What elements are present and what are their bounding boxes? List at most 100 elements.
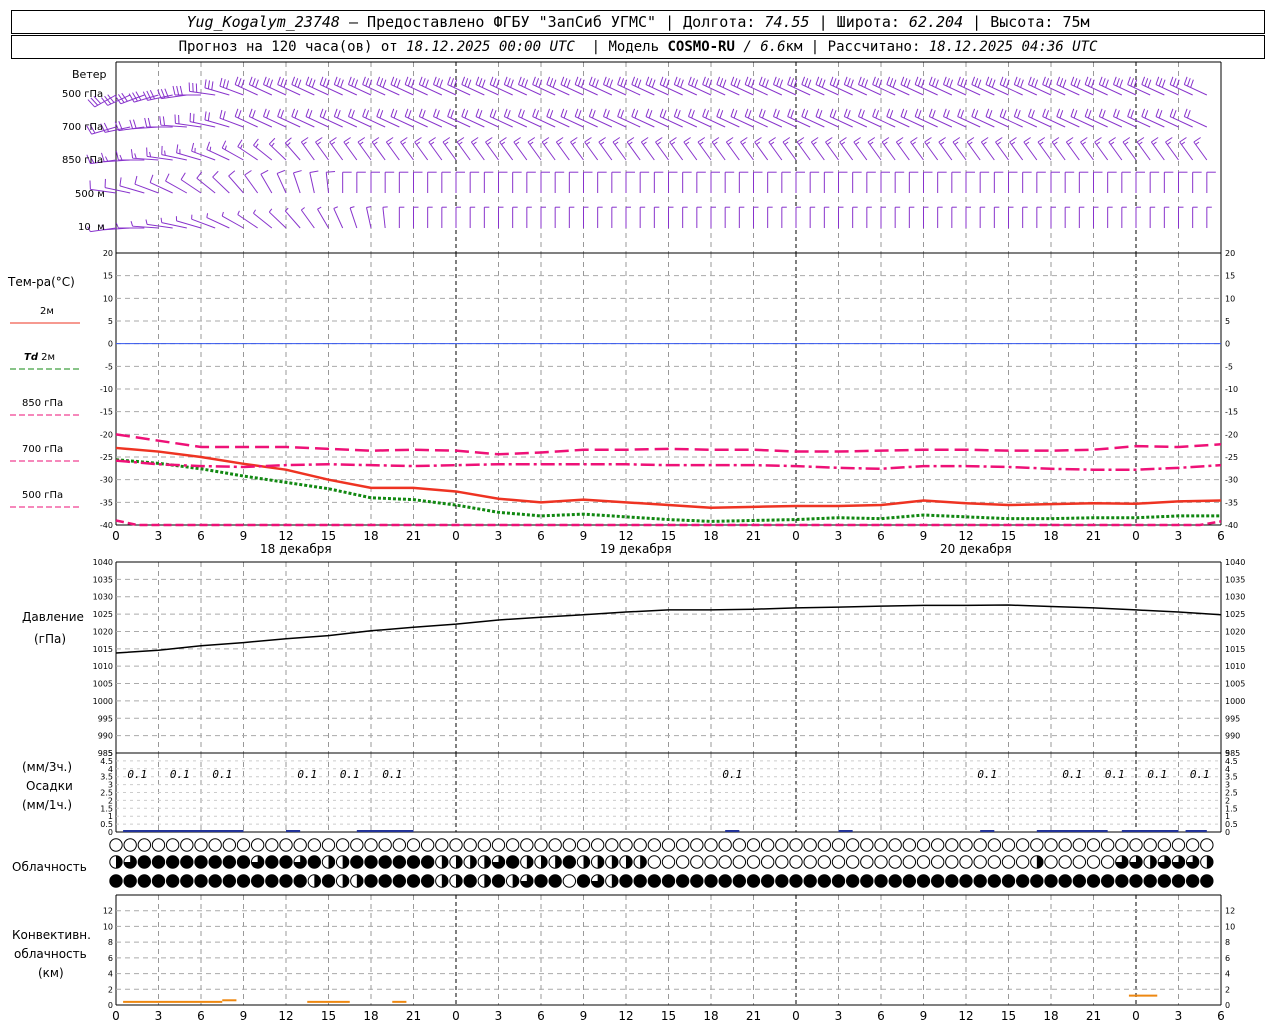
wind-barb-stroke <box>603 116 627 128</box>
wind-barb-stroke <box>914 108 919 117</box>
wind-barb <box>995 137 1009 161</box>
wind-barb <box>738 206 745 228</box>
wind-barb-stroke <box>234 108 239 117</box>
wind-barb-stroke <box>655 141 669 161</box>
wind-barb-stroke <box>115 222 119 229</box>
wind-barb-stroke <box>196 171 203 179</box>
wind-barb-stroke <box>924 141 939 161</box>
wind-barb-stroke <box>841 141 846 145</box>
wind-barb <box>568 206 575 228</box>
cloud-high-fill <box>832 874 845 888</box>
wind-barb-stroke <box>1190 79 1194 88</box>
wind-barb-stroke <box>674 84 698 96</box>
wind-barb-stroke <box>815 116 839 128</box>
wind-barb-stroke <box>938 137 946 143</box>
wind-barb <box>554 206 561 228</box>
ytick-right-temp: -15 <box>1225 408 1238 417</box>
wind-barb-stroke <box>308 78 313 87</box>
wind-barb <box>498 206 504 228</box>
cloud-mid-symbol <box>959 855 973 869</box>
wind-barb-stroke <box>850 79 854 88</box>
cloud-low-symbol <box>321 838 336 852</box>
wind-barb <box>149 174 173 194</box>
cloud-low-symbol <box>335 838 350 852</box>
wind-barb <box>540 206 546 228</box>
wind-barb-stroke <box>1193 137 1201 143</box>
wind-barb <box>1192 171 1202 193</box>
cloud-mid-fill <box>393 855 406 869</box>
wind-barb-stroke <box>981 137 989 143</box>
cloud-low-symbol <box>420 838 435 852</box>
wind-barb-stroke <box>801 116 825 128</box>
cloud-high-symbol <box>562 874 577 888</box>
wind-barb <box>342 171 352 193</box>
cloud-mid-fill <box>138 855 151 869</box>
wind-barb-stroke <box>807 79 812 88</box>
cloud-high-fill <box>1087 874 1100 888</box>
wind-barb-stroke <box>974 78 979 87</box>
wind-barb <box>130 221 159 229</box>
wind-barb <box>696 206 702 228</box>
wind-barb <box>753 171 763 193</box>
wind-barb <box>1065 137 1080 161</box>
wind-barb-stroke <box>1144 110 1149 119</box>
wind-barb <box>796 137 811 161</box>
wind-barb <box>697 137 712 161</box>
wind-barb-stroke <box>900 116 924 128</box>
xtick-temp: 6 <box>197 529 205 543</box>
wind-barb-stroke <box>305 108 310 117</box>
wind-barb-stroke <box>1113 84 1137 96</box>
cloud-low-symbol <box>817 838 832 852</box>
cloud-low-symbol <box>548 838 562 852</box>
wind-barb-stroke <box>1186 78 1191 87</box>
precip-label: 0.1 <box>1190 768 1210 781</box>
wind-barb <box>526 206 532 228</box>
wind-barb-stroke <box>421 78 426 87</box>
wind-barb-stroke <box>276 173 287 194</box>
wind-barb-stroke <box>603 108 607 117</box>
cloud-low-symbol <box>364 838 378 852</box>
wind-barb-stroke <box>940 141 945 145</box>
wind-barb-stroke <box>929 84 953 96</box>
wind-barb-stroke <box>1025 141 1030 145</box>
wind-barb-stroke <box>790 78 795 87</box>
wind-barb-stroke <box>1169 116 1193 128</box>
wind-barb-stroke <box>329 137 337 143</box>
wind-barb <box>655 137 669 161</box>
xtick-temp: 0 <box>112 529 120 543</box>
wind-barb-stroke <box>447 76 451 85</box>
wind-barb-stroke <box>659 108 664 117</box>
ytick-left-temp: -30 <box>100 476 113 485</box>
ytick-left-conv: 4 <box>108 970 113 979</box>
wind-barb-stroke <box>910 141 924 161</box>
wind-barb <box>292 170 302 194</box>
wind-barb-stroke <box>825 141 839 161</box>
wind-barb-stroke <box>705 78 710 87</box>
cloud-mid-fill <box>166 855 179 869</box>
wind-barb-stroke <box>768 137 776 143</box>
cloud-high-fill <box>463 874 477 888</box>
wind-barb <box>852 171 862 193</box>
wind-barb <box>384 171 395 193</box>
wind-barb <box>669 137 684 161</box>
wind-barb <box>653 206 660 228</box>
wind-barb-stroke <box>376 84 400 96</box>
wind-barb <box>1121 206 1127 228</box>
cloud-high-fill <box>1016 874 1029 888</box>
wind-barb <box>781 206 787 228</box>
wind-barb-stroke <box>736 79 741 88</box>
wind-barb-stroke <box>617 108 621 117</box>
cloud-low-symbol <box>1058 838 1072 852</box>
wind-barb-stroke <box>1082 141 1086 145</box>
wind-barb-stroke <box>1011 141 1016 145</box>
wind-barb-stroke <box>1099 84 1123 96</box>
wind-barb-stroke <box>985 76 990 85</box>
wind-barb-stroke <box>357 141 372 161</box>
wind-barb-stroke <box>688 84 712 96</box>
wind-barb-stroke <box>999 108 1004 117</box>
wind-barb-stroke <box>669 141 684 161</box>
wind-barb-stroke <box>676 110 681 119</box>
wind-barb-stroke <box>645 108 650 117</box>
wind-barb-stroke <box>1105 79 1109 88</box>
wind-barb-stroke <box>541 137 550 143</box>
